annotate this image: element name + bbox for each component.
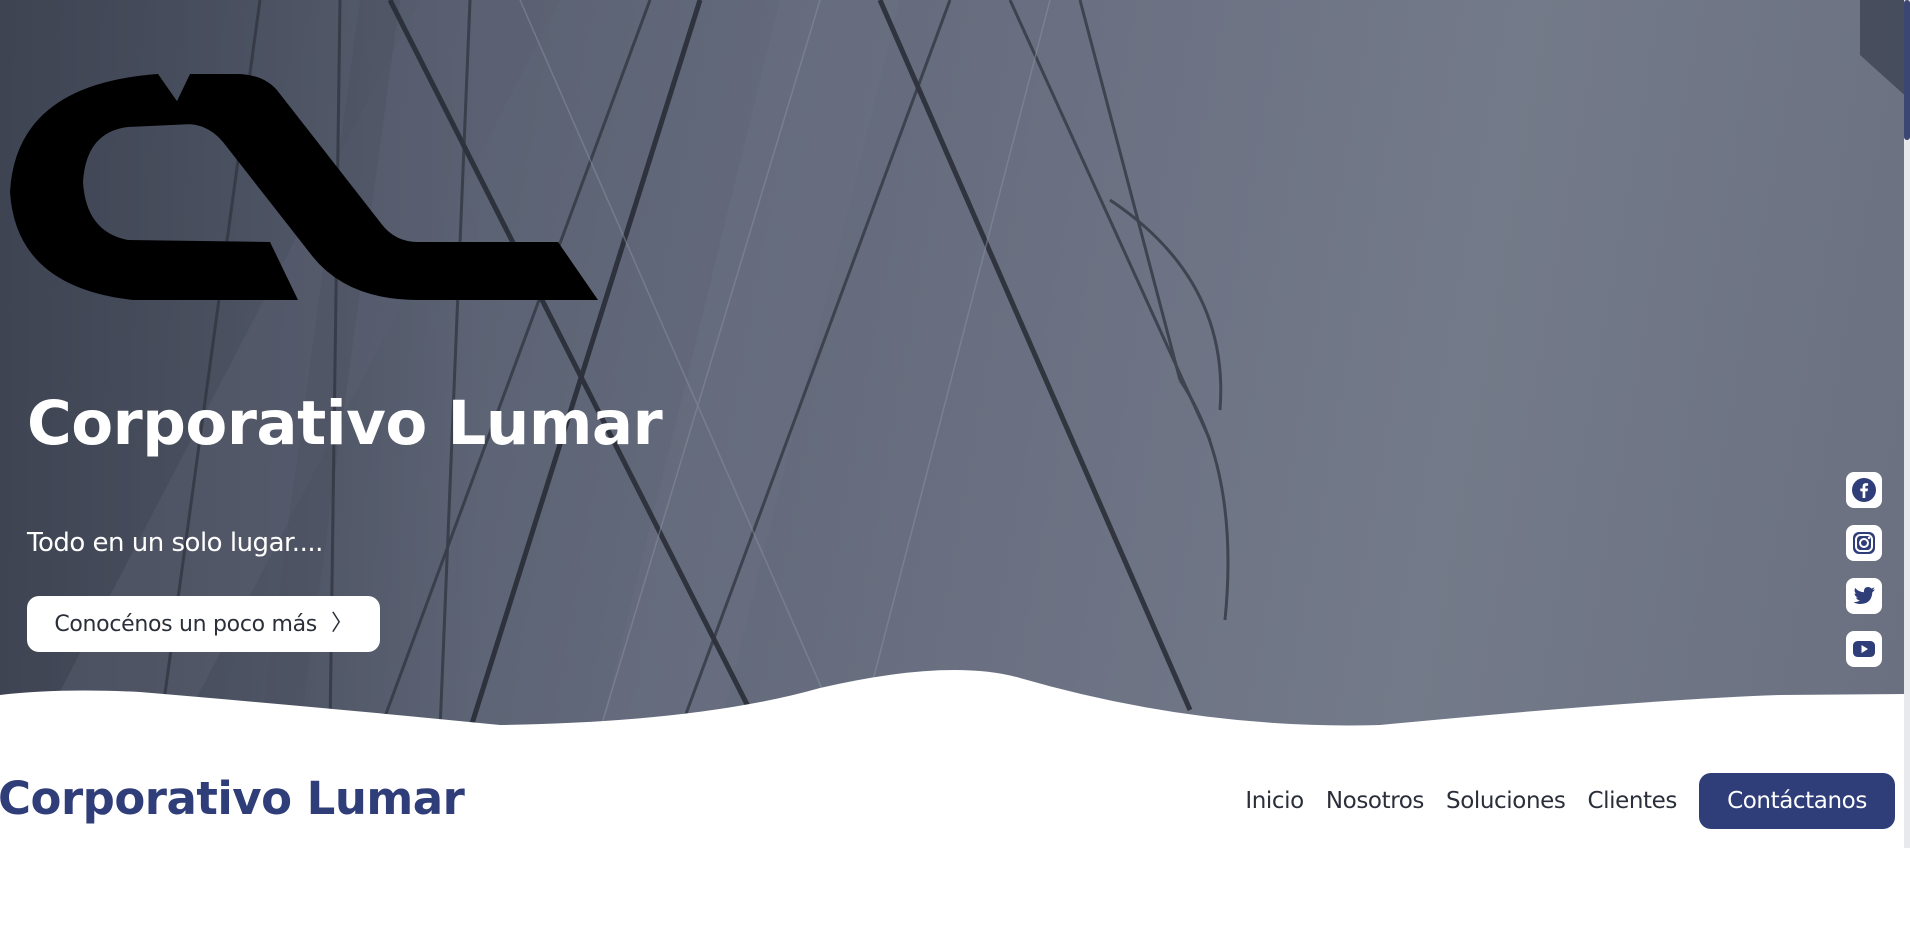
nav-links: Inicio Nosotros Soluciones Clientes Cont… — [1245, 773, 1895, 829]
nav-link-nosotros[interactable]: Nosotros — [1326, 788, 1425, 814]
twitter-icon — [1853, 587, 1875, 604]
landing-page: Corporativo Lumar Todo en un solo lugar.… — [0, 0, 1910, 950]
hero-subtitle: Todo en un solo lugar.... — [27, 528, 323, 558]
contact-button[interactable]: Contáctanos — [1699, 773, 1895, 829]
hero-title: Corporativo Lumar — [27, 388, 663, 459]
scrollbar-thumb[interactable] — [1904, 0, 1910, 140]
chevron-right-icon: 〉 — [330, 611, 353, 636]
lumar-logo-mark — [10, 74, 598, 300]
instagram-icon — [1853, 532, 1875, 554]
learn-more-button[interactable]: Conocénos un poco más 〉 — [27, 596, 380, 652]
social-links — [1846, 472, 1882, 667]
brand-name[interactable]: Corporativo Lumar — [0, 772, 465, 825]
instagram-link[interactable] — [1846, 525, 1882, 561]
learn-more-label: Conocénos un poco más — [54, 611, 317, 637]
facebook-icon — [1852, 478, 1876, 502]
twitter-link[interactable] — [1846, 578, 1882, 614]
facebook-link[interactable] — [1846, 472, 1882, 508]
nav-link-clientes[interactable]: Clientes — [1587, 788, 1677, 814]
nav-link-inicio[interactable]: Inicio — [1245, 788, 1304, 814]
hero-section: Corporativo Lumar Todo en un solo lugar.… — [0, 0, 1910, 730]
wave-divider — [0, 670, 1910, 750]
nav-link-soluciones[interactable]: Soluciones — [1446, 788, 1566, 814]
